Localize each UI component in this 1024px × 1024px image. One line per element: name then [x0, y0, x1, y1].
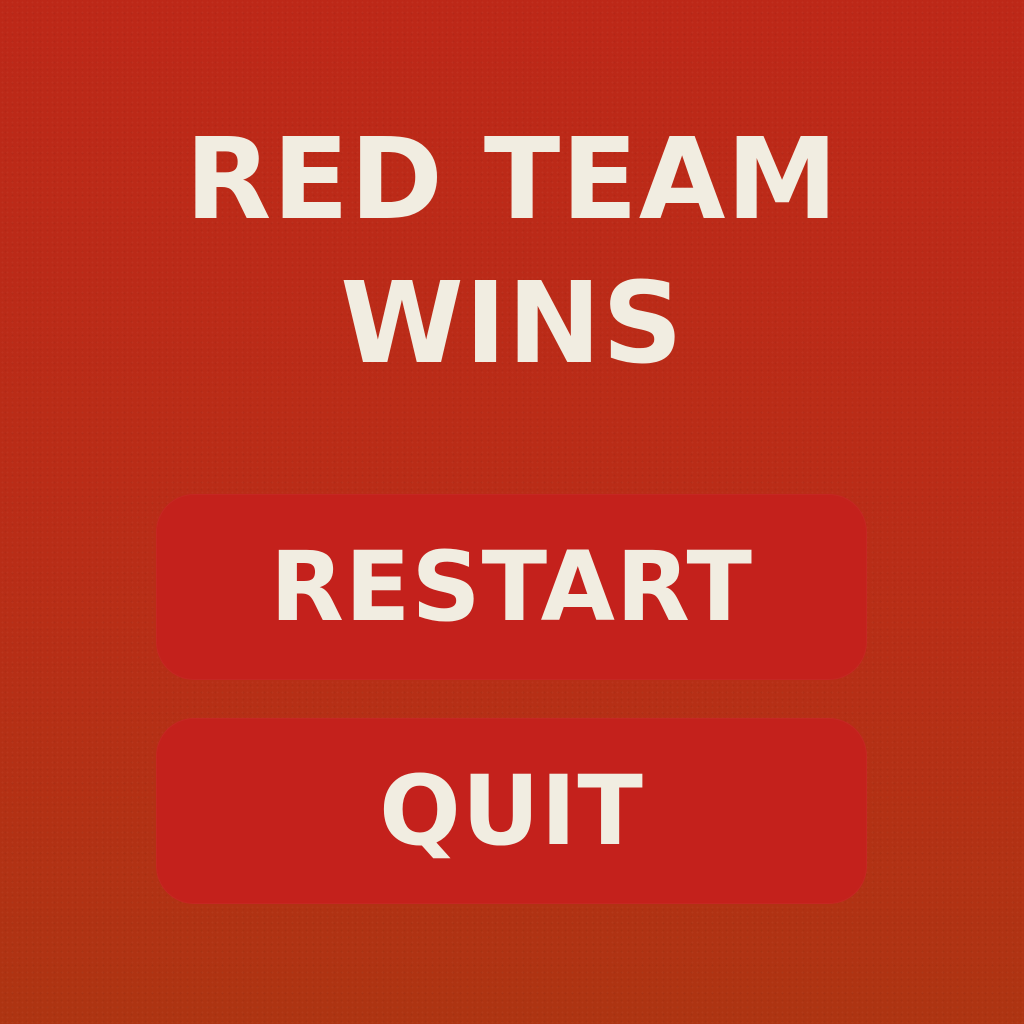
- victory-screen: RED TEAM WINS RESTART QUIT: [0, 0, 1024, 1024]
- victory-title-line-1: RED TEAM: [185, 115, 839, 245]
- victory-title: RED TEAM WINS: [0, 108, 1024, 396]
- victory-title-line-2: WINS: [340, 259, 684, 389]
- restart-button[interactable]: RESTART: [156, 494, 867, 680]
- quit-button[interactable]: QUIT: [156, 718, 867, 904]
